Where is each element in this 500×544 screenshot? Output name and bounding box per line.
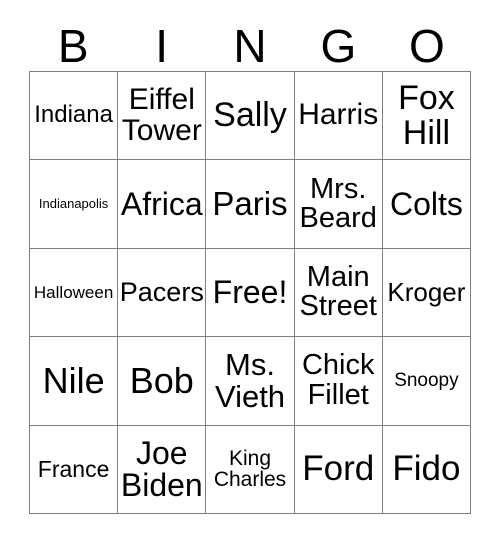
- bingo-cell[interactable]: Bob: [118, 337, 207, 426]
- bingo-cell[interactable]: Harris: [294, 72, 383, 161]
- bingo-cell[interactable]: Colts: [382, 160, 472, 249]
- bingo-cell[interactable]: Ms. Vieth: [206, 337, 295, 426]
- bingo-cell-label: King Charles: [213, 446, 287, 492]
- bingo-cell[interactable]: Chick Fillet: [294, 337, 383, 426]
- bingo-row: Nile Bob Ms. Vieth Chick Fillet Snoopy: [30, 337, 472, 426]
- bingo-cell[interactable]: Indiana: [30, 72, 119, 161]
- bingo-cell[interactable]: Kroger: [382, 248, 472, 338]
- bingo-cell-label: Ford: [302, 449, 375, 489]
- bingo-header-letter-i: I: [155, 19, 168, 72]
- bingo-cell-label: Fox Hill: [398, 79, 455, 152]
- bingo-cell-label: France: [37, 455, 110, 482]
- bingo-cell-label: Pacers: [119, 276, 204, 307]
- bingo-row: Indiana Eiffel Tower Sally Harris Fox Hi…: [30, 72, 472, 161]
- bingo-header-letter-n: N: [233, 19, 267, 72]
- bingo-cell-label: Kroger: [387, 277, 466, 308]
- bingo-cell[interactable]: Nile: [30, 337, 119, 426]
- bingo-cell[interactable]: Sally: [206, 72, 295, 161]
- bingo-row: Indianapolis Africa Paris Mrs. Beard Col…: [30, 160, 472, 249]
- bingo-cell-label: Colts: [389, 185, 463, 222]
- bingo-cell[interactable]: Paris: [206, 160, 295, 249]
- bingo-cell[interactable]: Fido: [382, 425, 472, 514]
- bingo-cell-label: Eiffel Tower: [121, 83, 202, 147]
- bingo-cell-label: Chick Fillet: [301, 349, 375, 411]
- bingo-cell-label: Sally: [213, 96, 287, 135]
- bingo-header-letter-o: O: [408, 19, 445, 72]
- bingo-header-letter-b: B: [57, 19, 89, 72]
- bingo-cell[interactable]: Ford: [294, 425, 383, 514]
- bingo-cell[interactable]: King Charles: [206, 425, 295, 514]
- bingo-header-row: B I N G O: [29, 20, 471, 71]
- bingo-cell-label: Africa: [120, 185, 203, 222]
- bingo-cell[interactable]: Eiffel Tower: [118, 72, 207, 161]
- bingo-cell-label: Nile: [42, 359, 105, 401]
- bingo-cell[interactable]: Indianapolis: [30, 160, 119, 249]
- bingo-cell[interactable]: Joe Biden: [118, 425, 207, 514]
- bingo-cell-label: Harris: [298, 98, 379, 132]
- bingo-cell-label: Snoopy: [394, 370, 459, 392]
- bingo-cell[interactable]: Africa: [118, 160, 207, 249]
- bingo-cell-label: Bob: [129, 359, 194, 401]
- bingo-card: B I N G O Indiana Eiffel Tower Sally Har…: [29, 20, 472, 514]
- bingo-cell-label: Free!: [212, 274, 288, 311]
- bingo-cell[interactable]: Halloween: [30, 248, 119, 338]
- bingo-cell[interactable]: France: [30, 425, 119, 514]
- bingo-cell[interactable]: Pacers: [118, 248, 207, 338]
- bingo-row: France Joe Biden King Charles Ford Fido: [30, 425, 472, 514]
- bingo-row: Halloween Pacers Free! Main Street Kroge…: [30, 248, 472, 338]
- bingo-cell-label: Indianapolis: [38, 196, 109, 212]
- bingo-grid: Indiana Eiffel Tower Sally Harris Fox Hi…: [29, 71, 472, 514]
- bingo-cell[interactable]: Main Street: [294, 248, 383, 338]
- bingo-cell-label: Halloween: [33, 282, 114, 302]
- bingo-cell-label: Joe Biden: [120, 434, 203, 504]
- bingo-cell-label: Fido: [392, 449, 461, 489]
- bingo-cell[interactable]: Fox Hill: [382, 72, 472, 161]
- bingo-header-letter-g: G: [320, 19, 357, 72]
- bingo-cell-label: Ms. Vieth: [214, 347, 286, 414]
- bingo-cell[interactable]: Mrs. Beard: [294, 160, 383, 249]
- bingo-cell-free[interactable]: Free!: [206, 248, 295, 338]
- bingo-cell[interactable]: Snoopy: [382, 337, 472, 426]
- bingo-cell-label: Indiana: [34, 101, 113, 129]
- bingo-cell-label: Main Street: [299, 260, 377, 323]
- bingo-cell-label: Mrs. Beard: [299, 172, 377, 235]
- bingo-cell-label: Paris: [212, 185, 288, 223]
